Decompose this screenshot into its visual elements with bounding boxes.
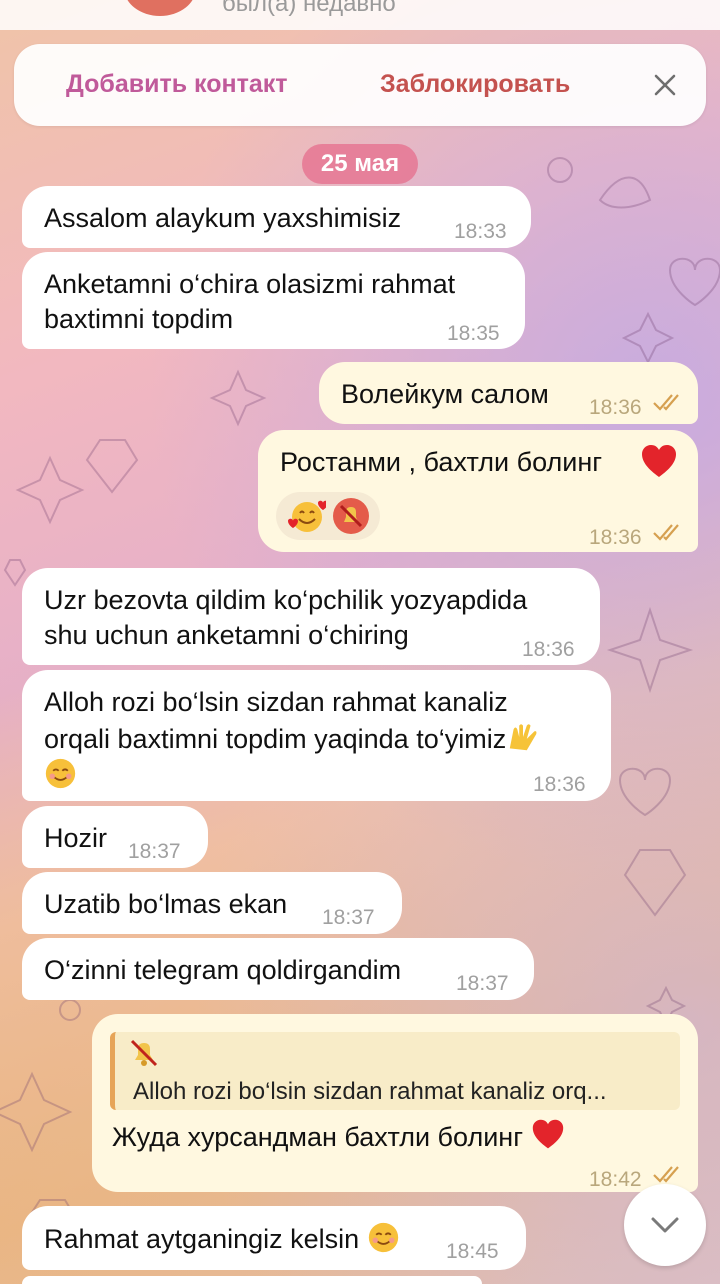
message-time: 18:36	[533, 773, 586, 796]
date-separator: 25 мая	[302, 144, 418, 184]
message-text: Жуда хурсандман бахтли болинг	[112, 1122, 524, 1152]
message-time: 18:36	[589, 526, 642, 549]
smiling-face-emoji	[368, 1222, 398, 1253]
message-outgoing[interactable]: Ростанми , бахтли болинг 18:36	[258, 430, 698, 552]
red-heart-emoji	[642, 445, 676, 477]
red-heart-emoji	[532, 1119, 563, 1149]
message-text-line: Alloh rozi bo‘lsin sizdan rahmat kanaliz	[44, 687, 508, 717]
message-time: 18:42	[589, 1168, 642, 1191]
message-incoming[interactable]: O‘zinni telegram qoldirgandim 18:37	[22, 938, 534, 1000]
message-incoming[interactable]: Uzatib bo‘lmas ekan 18:37	[22, 872, 402, 934]
chevron-down-icon	[651, 1217, 679, 1233]
message-text-line: Anketamni o‘chira olasizmi rahmat	[44, 269, 456, 299]
double-check-icon	[653, 394, 679, 411]
message-time: 18:37	[128, 840, 181, 863]
muted-bell-emoji	[130, 1039, 158, 1067]
message-text: Assalom alaykum yaxshimisiz	[44, 203, 402, 233]
message-text-line: Uzr bezovta qildim ko‘pchilik yozyapdida	[44, 585, 528, 615]
message-text-line	[44, 757, 589, 793]
message-text: Ростанми , бахтли болинг	[280, 447, 603, 477]
message-incoming[interactable]: Hozir 18:37	[22, 806, 208, 868]
block-button[interactable]: Заблокировать	[380, 70, 570, 99]
message-text: O‘zinni telegram qoldirgandim	[44, 955, 402, 985]
message-text-row: Жуда хурсандман бахтли болинг	[112, 1118, 565, 1155]
message-text: Rahmat aytganingiz kelsin	[44, 1224, 360, 1254]
message-time: 18:37	[322, 906, 375, 929]
close-icon[interactable]	[650, 70, 680, 100]
message-outgoing-reply[interactable]: Alloh rozi bo‘lsin sizdan rahmat kanaliz…	[92, 1014, 698, 1192]
double-check-icon	[653, 524, 679, 541]
reply-quote[interactable]: Alloh rozi bo‘lsin sizdan rahmat kanaliz…	[110, 1032, 680, 1110]
message-time: 18:36	[522, 638, 575, 661]
message-time: 18:35	[447, 322, 500, 345]
message-incoming-partial[interactable]	[22, 1276, 482, 1284]
contact-action-bar: Добавить контакт Заблокировать	[14, 44, 706, 126]
raising-hands-emoji	[509, 724, 537, 751]
message-text-line: baxtimni topdim	[44, 304, 234, 334]
message-text-line: shu uchun anketamni o‘chiring	[44, 620, 409, 650]
message-incoming[interactable]: Alloh rozi bo‘lsin sizdan rahmat kanaliz…	[22, 670, 611, 801]
last-seen-status: был(а) недавно	[222, 0, 396, 17]
message-incoming[interactable]: Rahmat aytganingiz kelsin 18:45	[22, 1206, 526, 1270]
message-text: Hozir	[44, 823, 108, 853]
add-contact-button[interactable]: Добавить контакт	[66, 70, 287, 99]
reply-quote-text: Alloh rozi bo‘lsin sizdan rahmat kanaliz…	[133, 1078, 607, 1105]
reactions-row[interactable]	[276, 492, 380, 540]
smiling-face-emoji	[45, 758, 76, 789]
message-incoming[interactable]: Assalom alaykum yaxshimisiz 18:33	[22, 186, 531, 248]
message-time: 18:37	[456, 972, 509, 995]
message-outgoing[interactable]: Волейкум салом 18:36	[319, 362, 698, 424]
message-incoming[interactable]: Uzr bezovta qildim ko‘pchilik yozyapdida…	[22, 568, 600, 665]
chat-header: был(а) недавно	[0, 0, 720, 30]
avatar[interactable]	[124, 0, 196, 16]
message-time: 18:36	[589, 396, 642, 419]
scroll-down-button[interactable]	[624, 1184, 706, 1266]
message-time: 18:33	[454, 220, 507, 243]
message-text-line: orqali baxtimni topdim yaqinda to‘yimiz	[44, 720, 589, 757]
double-check-icon	[653, 1166, 679, 1183]
message-incoming[interactable]: Anketamni o‘chira olasizmi rahmat baxtim…	[22, 252, 525, 349]
muted-bell-emoji[interactable]	[332, 497, 370, 535]
message-text: Uzatib bo‘lmas ekan	[44, 889, 288, 919]
message-text: Волейкум салом	[341, 379, 549, 409]
message-time: 18:45	[446, 1240, 499, 1263]
smiling-face-with-hearts-emoji[interactable]	[288, 497, 326, 535]
